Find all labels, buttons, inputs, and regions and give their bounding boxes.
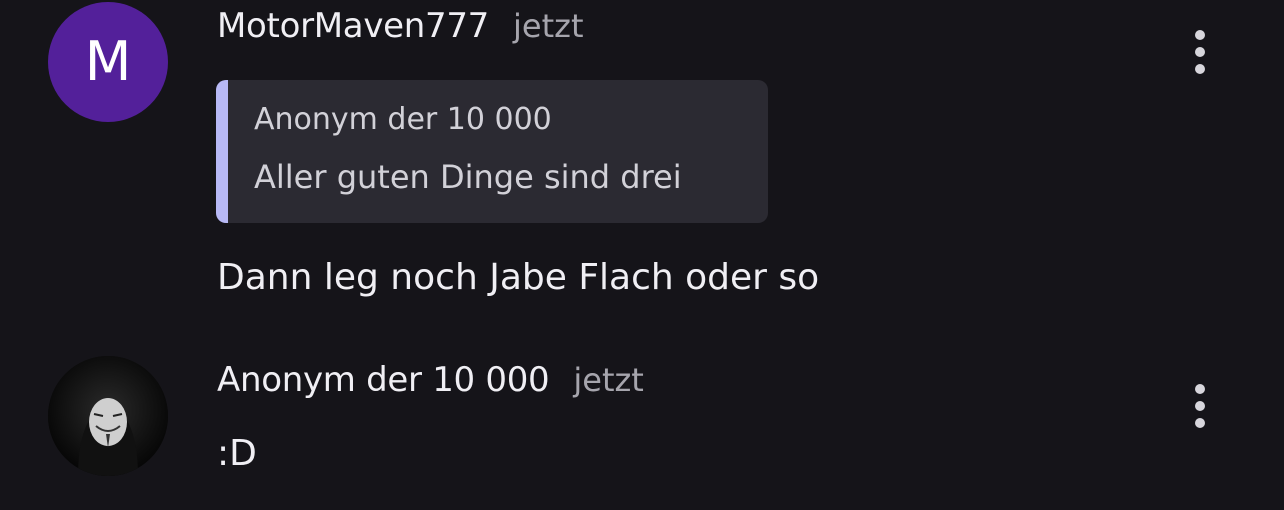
anonymous-mask-avatar xyxy=(48,356,168,476)
dot xyxy=(1195,401,1205,411)
avatar-initial: M xyxy=(84,30,132,93)
avatar[interactable] xyxy=(48,356,168,476)
quote-author: Anonym der 10 000 xyxy=(254,102,552,137)
quote-text: Aller guten Dinge sind drei xyxy=(254,158,682,196)
comment-text: :D xyxy=(217,433,257,474)
dot xyxy=(1195,64,1205,74)
quoted-reply[interactable]: Anonym der 10 000 Aller guten Dinge sind… xyxy=(216,80,768,223)
dot xyxy=(1195,418,1205,428)
author-name[interactable]: Anonym der 10 000 xyxy=(217,360,550,400)
more-vertical-icon xyxy=(1195,384,1205,394)
quote-bar xyxy=(216,80,228,223)
author-name[interactable]: MotorMaven777 xyxy=(217,6,489,46)
comment-text: Dann leg noch Jabe Flach oder so xyxy=(217,257,820,298)
more-vertical-icon xyxy=(1195,30,1205,40)
more-options-button[interactable] xyxy=(1184,384,1216,428)
avatar[interactable]: M xyxy=(48,2,168,122)
timestamp: jetzt xyxy=(573,361,644,399)
timestamp: jetzt xyxy=(513,7,584,45)
more-options-button[interactable] xyxy=(1184,30,1216,74)
comment-header: MotorMaven777 jetzt xyxy=(217,6,583,46)
comment-header: Anonym der 10 000 jetzt xyxy=(217,360,644,400)
dot xyxy=(1195,47,1205,57)
